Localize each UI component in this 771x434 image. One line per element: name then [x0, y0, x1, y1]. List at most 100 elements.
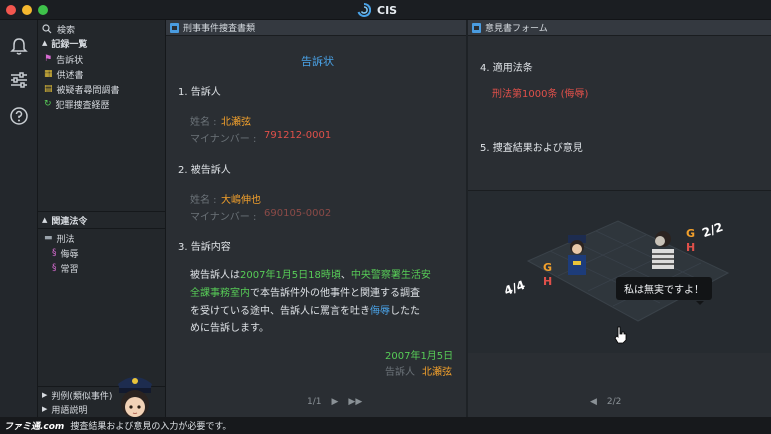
interrogation-scene: 4/4 G H G H 2/2 私は無実ですよ！: [468, 190, 771, 353]
sidebar-divider: [38, 228, 166, 229]
sidebar-item-history[interactable]: ↻ 犯罪捜査経歴: [38, 97, 166, 111]
page-indicator: 1/1: [307, 397, 322, 407]
section-applicable-law: 4. 適用法条: [480, 63, 533, 74]
sidebar-item-label: 告訴状: [56, 55, 84, 66]
expand-arrow-icon: ▶: [42, 391, 48, 399]
document-icon: [472, 22, 481, 33]
complaint-body-line2: 全課事務室内で本告訴件外の他事件と関連する調査: [190, 284, 420, 299]
accused-mynumber: 690105-0002: [264, 208, 332, 219]
icon-rail: [0, 20, 38, 417]
name-label: 姓名 :: [190, 195, 217, 206]
law-item-insult[interactable]: § 侮辱: [38, 246, 166, 260]
section-sign-icon: §: [52, 248, 57, 258]
complainant-mynumber: 791212-0001: [264, 130, 332, 141]
last-page-button[interactable]: ▶▶: [348, 397, 362, 407]
body-text: を受けている途中、告訴人に罵言を吐き: [190, 306, 370, 317]
doc-title: 告訴状: [301, 55, 334, 68]
section-investigation-result: 5. 捜査結果および意見: [480, 143, 583, 154]
officer-h-label: H: [543, 275, 553, 288]
signing-date: 2007年1月5日: [385, 351, 454, 362]
document-pager: 1/1 ▶ ▶▶: [307, 397, 362, 407]
law-folder-label: 刑法: [56, 234, 75, 245]
section-accused: 2. 被告訴人: [178, 165, 231, 176]
complaint-body-line4: めに告訴します。: [190, 323, 269, 334]
complaint-body-line1: 被告訴人は2007年1月5日18時頃、中央警察署生活安: [190, 266, 431, 281]
section-complainant: 1. 告訴人: [178, 87, 221, 98]
history-icon: ↻: [44, 99, 52, 109]
signer-label: 告訴人: [385, 367, 415, 378]
signer-name: 北瀬弦: [422, 367, 452, 378]
suspect-g-label: G: [686, 227, 696, 240]
suspect-speech-bubble: 私は無実ですよ！: [616, 277, 712, 305]
complainant-name: 北瀬弦: [221, 117, 251, 128]
minimize-window-button[interactable]: [22, 5, 32, 15]
help-icon[interactable]: [9, 106, 29, 126]
sidebar-item-statement[interactable]: ▦ 供述書: [38, 67, 166, 81]
prev-page-button[interactable]: ◀: [590, 397, 597, 407]
page-indicator: 2/2: [606, 397, 622, 407]
body-text: 被告訴人は: [190, 270, 240, 281]
form-pager: ◀ 2/2: [590, 397, 621, 407]
close-window-button[interactable]: [6, 5, 16, 15]
sidebar-item-label: 供述書: [56, 70, 84, 81]
search-icon: [42, 24, 52, 34]
law-folder-criminal[interactable]: ▬ 刑法: [38, 231, 166, 245]
incident-datetime: 2007年1月5日18時頃: [240, 270, 341, 281]
app-title-text: CIS: [377, 3, 398, 17]
incident-place: 中央警察署生活安: [350, 270, 431, 281]
officer-g-label: G: [543, 261, 553, 274]
body-text: 、: [340, 270, 351, 281]
incident-place: 全課事務室内: [190, 288, 250, 299]
records-section-header[interactable]: ▲ 記録一覧: [38, 36, 166, 50]
app-title: CIS: [357, 3, 397, 17]
records-header-label: 記録一覧: [51, 39, 88, 50]
section-complaint: 3. 告訴内容: [178, 242, 231, 253]
document-panel: 刑事事件捜査書類 告訴状 1. 告訴人 姓名 : 北瀬弦 マイナンバー : 79…: [166, 20, 466, 417]
law-item-label: 侮辱: [60, 249, 79, 260]
law-item-habitual[interactable]: § 常習: [38, 261, 166, 275]
status-message: 捜査結果および意見の入力が必要です。: [70, 422, 232, 432]
laws-section-header[interactable]: ▲ 関連法令: [38, 213, 166, 227]
sidebar-item-interrogation[interactable]: ▤ 被疑者尋問調書: [38, 82, 166, 96]
collapse-arrow-icon: ▲: [42, 216, 48, 224]
folder-icon: ▬: [44, 233, 53, 243]
sliders-icon[interactable]: [9, 70, 29, 90]
interrogation-icon: ▤: [44, 84, 53, 94]
records-sidebar: 検索 ▲ 記録一覧 ⚑ 告訴状 ▦ 供述書 ▤ 被疑者尋問調書 ↻ 犯罪捜査経歴…: [38, 20, 166, 434]
runner-icon: ⚑: [44, 54, 53, 64]
bell-icon[interactable]: [9, 36, 29, 56]
laws-header-label: 関連法令: [51, 216, 88, 227]
law-item-label: 常習: [60, 264, 79, 275]
applied-law-field[interactable]: 刑法第1000条 (侮辱): [492, 85, 588, 100]
expand-arrow-icon: ▶: [42, 405, 48, 413]
insult-keyword[interactable]: 侮辱: [370, 306, 390, 317]
maximize-window-button[interactable]: [38, 5, 48, 15]
document-panel-header[interactable]: 刑事事件捜査書類: [166, 20, 466, 36]
section-sign-icon: §: [52, 263, 57, 273]
accused-name: 大嶋伸也: [221, 195, 261, 206]
search-label: 検索: [57, 25, 76, 36]
hand-cursor-icon: [614, 326, 627, 344]
sidebar-item-label: 犯罪捜査経歴: [55, 100, 110, 111]
document-panel-title: 刑事事件捜査書類: [183, 24, 256, 34]
document-icon: [170, 22, 179, 33]
sidebar-item-complaint[interactable]: ⚑ 告訴状: [38, 52, 166, 66]
sidebar-item-label: 被疑者尋問調書: [56, 85, 120, 96]
name-label: 姓名 :: [190, 117, 217, 128]
status-bar: ファミ通.com 捜査結果および意見の入力が必要です。: [0, 417, 771, 434]
suspect-h-label: H: [686, 241, 696, 254]
sidebar-divider: [38, 211, 166, 212]
sidebar-item-label: 判例(類似事件): [51, 391, 113, 402]
search-row[interactable]: 検索: [38, 22, 166, 36]
body-text: で本告訴件外の他事件と関連する調査: [250, 288, 420, 299]
app-logo-icon: [357, 3, 371, 17]
next-page-button[interactable]: ▶: [331, 397, 338, 407]
mynumber-label: マイナンバー :: [190, 212, 257, 223]
watermark-logo: ファミ通.com: [4, 422, 65, 432]
mynumber-label: マイナンバー :: [190, 134, 257, 145]
body-text: したた: [390, 306, 420, 317]
collapse-arrow-icon: ▲: [42, 39, 48, 47]
title-bar: CIS: [0, 0, 771, 20]
opinion-panel-title: 意見書フォーム: [485, 24, 548, 34]
opinion-panel-header[interactable]: 意見書フォーム: [468, 20, 771, 36]
